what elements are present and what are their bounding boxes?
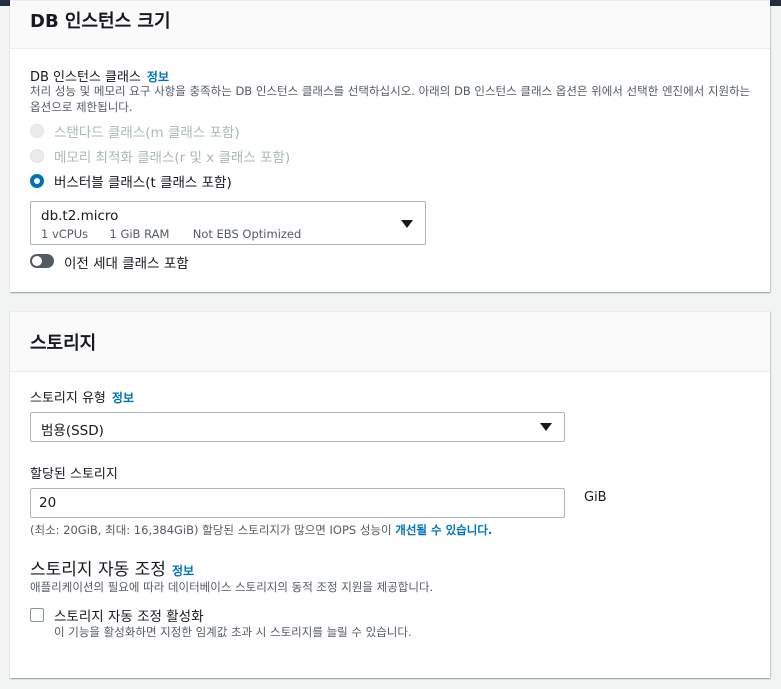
storage-type-field-header: 스토리지 유형 정보 (30, 387, 134, 406)
panel-header: DB 인스턴스 크기 (10, 1, 770, 49)
info-link[interactable]: 정보 (147, 70, 169, 84)
selected-storage-type: 범용(SSD) (41, 423, 104, 439)
vcpu-spec: 1 vCPUs (41, 227, 89, 241)
panel-header: 스토리지 (10, 312, 770, 372)
chevron-down-icon (540, 423, 552, 431)
radio-button-selected[interactable] (30, 174, 44, 188)
autoscaling-header: 스토리지 자동 조정 정보 (30, 555, 194, 580)
radio-label: 버스터블 클래스(t 클래스 포함) (54, 175, 232, 191)
instance-class-description: 처리 성능 및 메모리 요구 사항을 충족하는 DB 인스턴스 클래스를 선택하… (30, 84, 751, 114)
chevron-down-icon (401, 220, 413, 228)
radio-button[interactable] (30, 149, 44, 163)
panel-title: 스토리지 (30, 333, 97, 354)
storage-type-select[interactable]: 범용(SSD) (30, 412, 565, 442)
constraint-text: (최소: 20GiB, 최대: 16,384GiB) 할당된 스토리지가 많으면… (30, 523, 396, 537)
info-link[interactable]: 정보 (112, 391, 134, 405)
allocated-storage-label: 할당된 스토리지 (30, 467, 118, 482)
autoscaling-checkbox-description: 이 기능을 활성화하면 지정한 임계값 초과 시 스토리지를 늘릴 수 있습니다… (54, 625, 412, 639)
autoscaling-title: 스토리지 자동 조정 (30, 560, 166, 580)
instance-class-select[interactable]: db.t2.micro 1 vCPUs 1 GiB RAM Not EBS Op… (30, 201, 426, 245)
db-instance-size-panel: DB 인스턴스 크기 DB 인스턴스 클래스 정보 처리 성능 및 메모리 요구 … (10, 0, 770, 292)
storage-panel: 스토리지 스토리지 유형 정보 범용(SSD) 할당된 스토리지 20 GiB (… (10, 311, 770, 678)
improve-performance-link[interactable]: 개선될 수 있습니다. (395, 523, 492, 537)
radio-label: 메모리 최적화 클래스(r 및 x 클래스 포함) (54, 150, 291, 166)
ebs-spec: Not EBS Optimized (192, 227, 302, 241)
instance-class-specs: 1 vCPUs 1 GiB RAM Not EBS Optimized (41, 227, 301, 241)
radio-memory-optimized-class[interactable]: 메모리 최적화 클래스(r 및 x 클래스 포함) (30, 146, 290, 166)
radio-burstable-class[interactable]: 버스터블 클래스(t 클래스 포함) (30, 171, 232, 191)
autoscaling-checkbox-label: 스토리지 자동 조정 활성화 (54, 609, 204, 625)
autoscaling-checkbox[interactable] (30, 608, 44, 622)
selected-instance-class: db.t2.micro (41, 208, 119, 224)
radio-label: 스탠다드 클래스(m 클래스 포함) (54, 125, 240, 141)
storage-unit-label: GiB (584, 490, 607, 505)
allocated-storage-input[interactable]: 20 (30, 488, 565, 518)
storage-constraint-text: (최소: 20GiB, 최대: 16,384GiB) 할당된 스토리지가 많으면… (30, 522, 492, 538)
info-link[interactable]: 정보 (172, 564, 194, 578)
ram-spec: 1 GiB RAM (109, 227, 170, 241)
radio-standard-class[interactable]: 스탠다드 클래스(m 클래스 포함) (30, 121, 240, 141)
previous-generation-toggle[interactable] (30, 254, 54, 268)
panel-title: DB 인스턴스 크기 (30, 11, 171, 32)
radio-button[interactable] (30, 124, 44, 138)
previous-generation-label: 이전 세대 클래스 포함 (64, 256, 189, 272)
autoscaling-description: 애플리케이션의 필요에 따라 데이터베이스 스토리지의 동적 조정 지원을 제공… (30, 580, 434, 594)
storage-type-label: 스토리지 유형 (30, 391, 106, 406)
toggle-knob (32, 256, 42, 266)
